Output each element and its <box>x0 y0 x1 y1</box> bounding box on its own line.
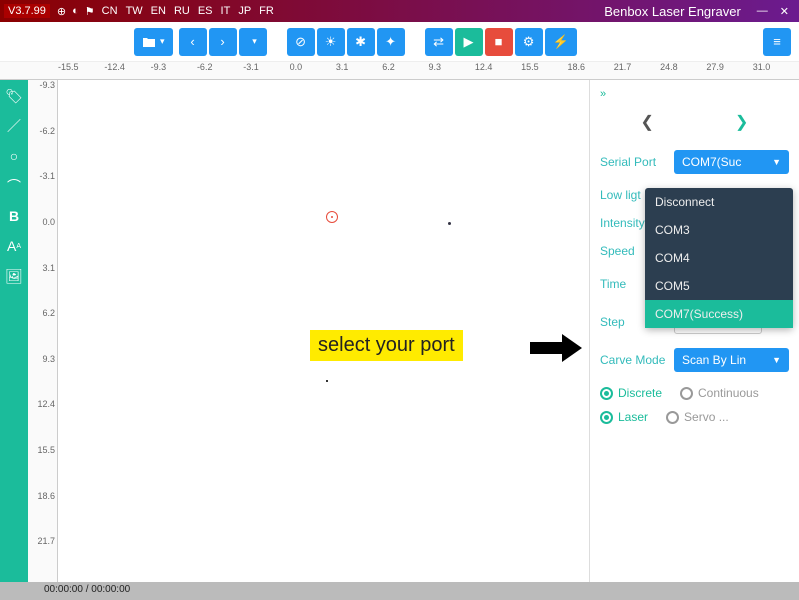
annotation-label: select your port <box>310 330 463 361</box>
cancel-icon[interactable]: ⊘ <box>287 28 315 56</box>
ruler-horizontal: -15.5-12.4-9.3-6.2-3.10.03.16.29.312.415… <box>0 62 799 80</box>
canvas-point <box>448 222 451 225</box>
minimize-icon[interactable]: — <box>757 5 768 17</box>
ruler-vertical: -9.3-6.2-3.10.03.16.29.312.415.518.621.7 <box>28 80 58 582</box>
port-option-com4[interactable]: COM4 <box>645 244 793 272</box>
play-button[interactable]: ▶ <box>455 28 483 56</box>
sun-high-icon[interactable]: ✱ <box>347 28 375 56</box>
close-icon[interactable]: ✕ <box>780 5 789 18</box>
app-title: Benbox Laser Engraver <box>604 4 741 19</box>
continuous-radio[interactable]: Continuous <box>680 386 759 400</box>
lang-cn[interactable]: CN <box>102 5 118 17</box>
center-icon[interactable]: ✦ <box>377 28 405 56</box>
nav-more-button[interactable] <box>239 28 267 56</box>
carve-mode-select[interactable]: Scan By Lin <box>674 348 789 372</box>
status-bar: 00:00:00 / 00:00:00 <box>0 582 799 600</box>
tool-sidebar: 🏷 ／ ○ ⌒ B AA 🖼 <box>0 80 28 582</box>
repeat-button[interactable]: ⇄ <box>425 28 453 56</box>
open-button[interactable] <box>134 28 173 56</box>
canvas-point-2 <box>326 380 328 382</box>
laser-radio[interactable]: Laser <box>600 410 648 424</box>
sun-low-icon[interactable]: ☀ <box>317 28 345 56</box>
lang-ru[interactable]: RU <box>174 5 190 17</box>
nav-left-button[interactable]: ‹ <box>179 28 207 56</box>
stop-button[interactable]: ■ <box>485 28 513 56</box>
toolbar: ‹ › ⊘ ☀ ✱ ✦ ⇄ ▶ ■ ⚙ ⚡ ≡ <box>0 22 799 62</box>
canvas-origin-marker <box>326 211 338 223</box>
panel-next-button[interactable]: ❯ <box>695 108 790 136</box>
serial-port-label: Serial Port <box>600 155 674 169</box>
settings-gear-icon[interactable]: ⚙ <box>515 28 543 56</box>
font-tool-icon[interactable]: AA <box>4 236 24 256</box>
port-option-com7[interactable]: COM7(Success) <box>645 300 793 328</box>
servo-radio[interactable]: Servo ... <box>666 410 729 424</box>
lang-tw[interactable]: TW <box>126 5 143 17</box>
tag-tool-icon[interactable]: 🏷 <box>4 86 24 106</box>
panel-prev-button[interactable]: ❮ <box>600 108 695 136</box>
lang-jp[interactable]: JP <box>238 5 251 17</box>
power-icon[interactable]: ⚡ <box>545 28 577 56</box>
serial-port-select[interactable]: COM7(Suc <box>674 150 789 174</box>
status-time: 00:00:00 / 00:00:00 <box>44 584 130 595</box>
carve-mode-label: Carve Mode <box>600 353 674 367</box>
discrete-radio[interactable]: Discrete <box>600 386 662 400</box>
flag-icon[interactable]: ⚑ <box>85 5 95 18</box>
lang-en[interactable]: EN <box>151 5 166 17</box>
titlebar: V3.7.99 ⊕ ◐ ⚑ CN TW EN RU ES IT JP FR Be… <box>0 0 799 22</box>
lang-it[interactable]: IT <box>221 5 231 17</box>
line-tool-icon[interactable]: ／ <box>4 116 24 136</box>
lang-es[interactable]: ES <box>198 5 213 17</box>
menu-button[interactable]: ≡ <box>763 28 791 56</box>
port-option-disconnect[interactable]: Disconnect <box>645 188 793 216</box>
version-badge: V3.7.99 <box>4 4 50 18</box>
nav-right-button[interactable]: › <box>209 28 237 56</box>
serial-port-dropdown: Disconnect COM3 COM4 COM5 COM7(Success) <box>645 188 793 328</box>
pin-icon[interactable]: ◐ <box>72 5 79 17</box>
clock-icon[interactable]: ⊕ <box>57 5 66 18</box>
settings-panel: » ❮ ❯ Serial Port COM7(Suc Low ligt Inte… <box>589 80 799 582</box>
collapse-icon[interactable]: » <box>600 88 789 100</box>
circle-tool-icon[interactable]: ○ <box>4 146 24 166</box>
bold-text-tool-icon[interactable]: B <box>4 206 24 226</box>
lang-fr[interactable]: FR <box>259 5 274 17</box>
port-option-com3[interactable]: COM3 <box>645 216 793 244</box>
image-tool-icon[interactable]: 🖼 <box>4 266 24 286</box>
canvas[interactable]: select your port <box>58 80 589 582</box>
annotation-arrow-icon <box>528 330 588 366</box>
curve-tool-icon[interactable]: ⌒ <box>4 176 24 196</box>
port-option-com5[interactable]: COM5 <box>645 272 793 300</box>
